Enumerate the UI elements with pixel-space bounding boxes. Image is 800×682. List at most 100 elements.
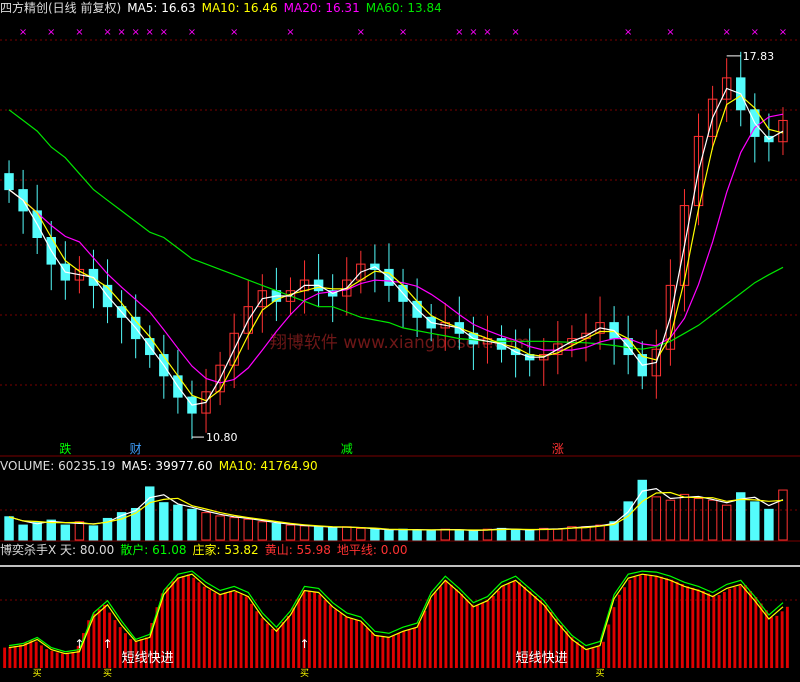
volume-ma5-label: MA5: 39977.60 xyxy=(121,459,213,473)
volume-bar xyxy=(271,522,282,541)
ma10-label: MA10: 16.46 xyxy=(201,1,278,15)
volume-bar xyxy=(370,528,380,541)
volume-bar xyxy=(299,525,310,541)
buy-marker: 买 xyxy=(596,668,605,679)
event-marker: × xyxy=(103,27,111,38)
event-marker: × xyxy=(160,27,168,38)
dealer-label: 庄家: 53.82 xyxy=(192,543,259,557)
volume-bar xyxy=(553,528,563,541)
volume-bar xyxy=(384,529,394,541)
rise-arrow: ↑ xyxy=(103,637,113,651)
indicator-name: 博奕杀手X 天: 80.00 xyxy=(0,543,115,557)
volume-bar xyxy=(510,529,521,541)
volume-bar xyxy=(229,517,239,541)
volume-bar xyxy=(356,527,366,541)
ma60-label: MA60: 13.84 xyxy=(365,1,442,15)
volume-panel-header: VOLUME: 60235.19 MA5: 39977.60 MA10: 41764… xyxy=(0,459,324,473)
event-marker: × xyxy=(131,27,139,38)
rise-arrow: ↑ xyxy=(300,637,310,651)
volume-bar xyxy=(327,527,338,541)
event-marker: × xyxy=(779,27,787,38)
event-marker: × xyxy=(117,27,125,38)
signal-label: 跌 xyxy=(59,441,71,456)
event-marker: × xyxy=(722,27,730,38)
retail-label: 散户: 61.08 xyxy=(120,543,187,557)
event-marker: × xyxy=(751,27,759,38)
signal-label: 财 xyxy=(130,442,142,456)
volume-bar xyxy=(637,479,647,541)
volume-bar xyxy=(707,499,718,541)
event-marker: × xyxy=(624,27,632,38)
volume-bar xyxy=(581,526,591,541)
volume-bar xyxy=(468,530,479,541)
event-marker: × xyxy=(483,27,491,38)
volume-bar xyxy=(257,521,268,541)
volume-bar xyxy=(32,522,42,541)
volume-bar xyxy=(524,529,535,541)
volume-bar xyxy=(159,502,169,541)
volume-bar xyxy=(88,525,99,541)
buy-marker: 买 xyxy=(103,668,112,679)
event-marker: × xyxy=(75,27,83,38)
volume-bar xyxy=(74,521,85,541)
stock-title: 四方精创(日线 前复权) xyxy=(0,1,122,15)
event-marker: × xyxy=(357,27,365,38)
volume-ma10-label: MA10: 41764.90 xyxy=(218,459,318,473)
volume-bar xyxy=(285,524,296,541)
rise-arrow: ↑ xyxy=(74,637,84,651)
volume-bar xyxy=(693,498,704,541)
watermark: 翔博软件 www.xiangbosoft.com xyxy=(270,333,530,353)
short-term-label: 短线快进 xyxy=(516,651,568,666)
high-price-label: 17.83 xyxy=(743,50,775,63)
event-marker: × xyxy=(511,27,519,38)
ma5-line xyxy=(8,87,784,406)
volume-bar xyxy=(440,528,450,541)
volume-bar xyxy=(778,489,788,541)
event-marker: × xyxy=(666,27,674,38)
volume-bar xyxy=(187,508,197,541)
volume-bar xyxy=(665,499,676,541)
volume-bar xyxy=(215,515,225,541)
volume-bar xyxy=(482,528,493,541)
ma20-label: MA20: 16.31 xyxy=(283,1,360,15)
volume-bar xyxy=(764,508,774,541)
event-marker: × xyxy=(19,27,27,38)
volume-bar xyxy=(243,518,253,541)
volume-bar xyxy=(539,527,549,541)
volume-bar xyxy=(454,529,465,541)
volume-bar xyxy=(313,526,324,541)
volume-bar xyxy=(651,496,662,541)
indicator-panel-header: 博奕杀手X 天: 80.00 散户: 61.08 庄家: 53.82 黄山: 55.9… xyxy=(0,543,413,557)
volume-bar xyxy=(426,529,436,541)
signal-label: 减 xyxy=(341,442,353,456)
volume-bar xyxy=(60,524,71,541)
event-marker: × xyxy=(455,27,463,38)
volume-bar xyxy=(398,528,408,541)
volume-bar xyxy=(173,504,183,541)
event-marker: × xyxy=(47,27,55,38)
volume-bar xyxy=(342,526,352,541)
event-marker: × xyxy=(230,27,238,38)
ma5-label: MA5: 16.63 xyxy=(127,1,196,15)
volume-bar xyxy=(201,512,211,541)
event-marker: × xyxy=(188,27,196,38)
event-marker: × xyxy=(286,27,294,38)
volume-bar xyxy=(4,516,14,541)
candle-down xyxy=(4,173,14,191)
buy-marker: 买 xyxy=(300,668,309,679)
short-term-label: 短线快进 xyxy=(122,651,174,666)
price-panel-header: 四方精创(日线 前复权) MA5: 16.63 MA10: 16.46 MA20: 1… xyxy=(0,1,448,15)
yellow-mountain-label: 黄山: 55.98 xyxy=(264,543,331,557)
horizon-label: 地平线: 0.00 xyxy=(336,543,408,557)
volume-bar xyxy=(679,493,690,541)
volume-label: VOLUME: 60235.19 xyxy=(0,459,116,473)
low-price-label: 10.80 xyxy=(206,431,238,444)
volume-bar xyxy=(750,501,760,541)
volume-bar xyxy=(145,486,155,541)
event-marker: × xyxy=(146,27,154,38)
volume-bar xyxy=(18,524,28,541)
ma10-line xyxy=(8,94,784,402)
event-marker: × xyxy=(399,27,407,38)
stock-chart: 翔博软件 www.xiangbosoft.com × × × × × × × × × × × × × × × ×… xyxy=(0,27,800,679)
event-marker: × xyxy=(469,27,477,38)
